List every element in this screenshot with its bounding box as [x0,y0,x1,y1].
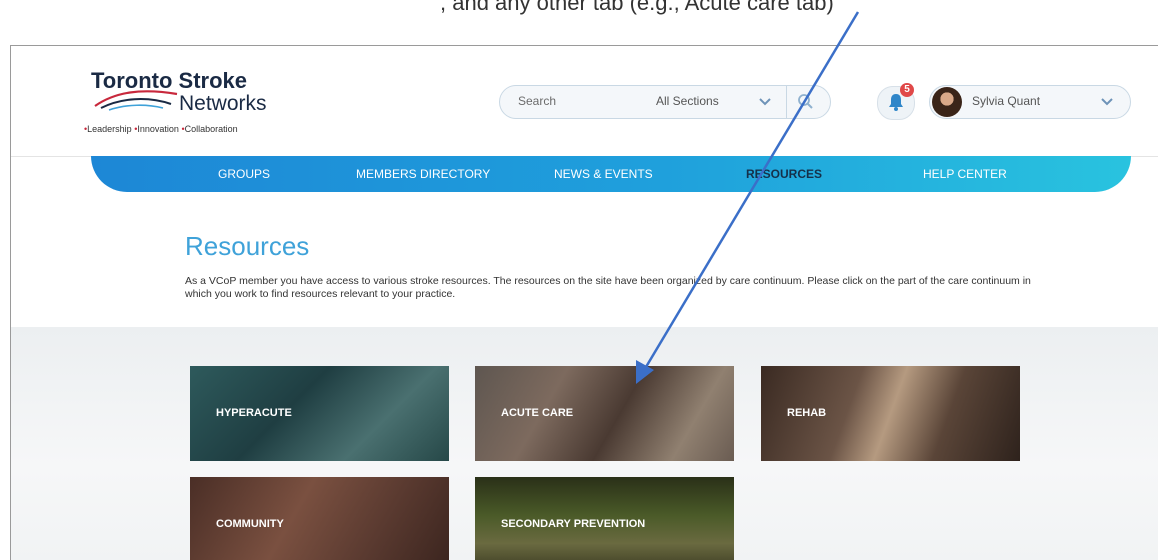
annotation-arrow [636,11,860,384]
